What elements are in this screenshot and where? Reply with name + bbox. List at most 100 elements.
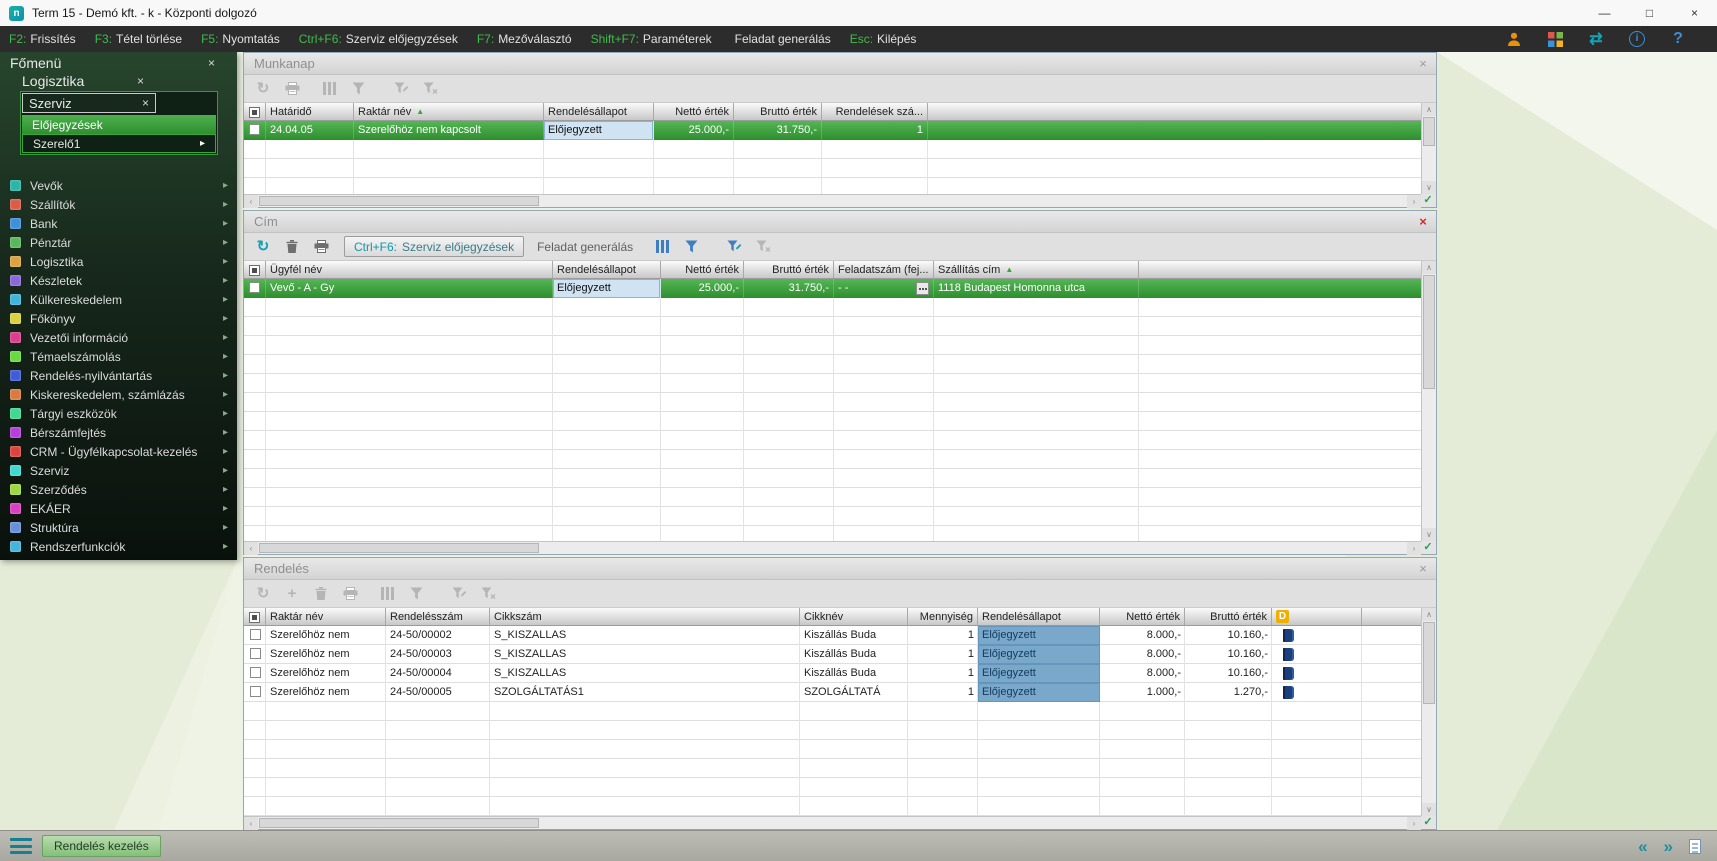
column-header-cikknev[interactable]: Cikknév bbox=[800, 608, 908, 625]
sidebar-item-struktura[interactable]: Struktúra▸ bbox=[0, 518, 237, 537]
scroll-up-button[interactable]: ∧ bbox=[1422, 608, 1436, 621]
scrollbar-thumb[interactable] bbox=[1423, 275, 1435, 389]
fn-frissites[interactable]: F2:Frissítés bbox=[9, 32, 76, 46]
sidebar-item-szerviz[interactable]: Szerviz▸ bbox=[0, 461, 237, 480]
columns-button[interactable] bbox=[377, 584, 397, 604]
delete-button[interactable] bbox=[311, 584, 331, 604]
column-header-brutto-ertek[interactable]: Bruttó érték bbox=[734, 103, 822, 120]
filter-button[interactable] bbox=[406, 584, 426, 604]
menu-icon[interactable] bbox=[10, 838, 32, 854]
select-all-checkbox[interactable] bbox=[244, 103, 266, 120]
apps-grid-icon[interactable] bbox=[1546, 30, 1564, 48]
feladat-generalas-button[interactable]: Feladat generálás bbox=[537, 240, 633, 254]
horizontal-scrollbar[interactable]: ‹ › bbox=[244, 816, 1421, 829]
document-icon[interactable] bbox=[1283, 686, 1294, 699]
munkanap-row-selected[interactable]: 24.04.05 Szerelőhöz nem kapcsolt Előjegy… bbox=[244, 121, 1421, 140]
close-main-menu-icon[interactable]: × bbox=[208, 57, 215, 69]
tab-rendeles-kezeles[interactable]: Rendelés kezelés bbox=[42, 835, 161, 857]
sidebar-item-penztar[interactable]: Pénztár▸ bbox=[0, 233, 237, 252]
scroll-right-button[interactable]: › bbox=[1407, 195, 1421, 208]
sidebar-item-rendeles-nyilvantartas[interactable]: Rendelés-nyilvántartás▸ bbox=[0, 366, 237, 385]
sidebar-item-vezetoi-informacio[interactable]: Vezetői információ▸ bbox=[0, 328, 237, 347]
filter-edit-button[interactable] bbox=[449, 584, 469, 604]
sidebar-item-temaelszamolas[interactable]: Témaelszámolás▸ bbox=[0, 347, 237, 366]
scroll-left-button[interactable]: ‹ bbox=[244, 817, 258, 830]
refresh-button[interactable]: ↻ bbox=[253, 237, 273, 257]
fn-mezovalaszto[interactable]: F7:Mezőválasztó bbox=[477, 32, 572, 46]
print-button[interactable] bbox=[311, 237, 331, 257]
scroll-right-button[interactable]: › bbox=[1407, 817, 1421, 830]
column-header-raktar-nev[interactable]: Raktár név bbox=[266, 608, 386, 625]
delete-button[interactable] bbox=[282, 237, 302, 257]
print-button[interactable] bbox=[340, 584, 360, 604]
column-header-mennyiseg[interactable]: Mennyiség bbox=[908, 608, 978, 625]
column-header-feladatszam[interactable]: Feladatszám (fej... bbox=[834, 261, 934, 278]
filter-edit-button[interactable] bbox=[724, 237, 744, 257]
close-button[interactable]: × bbox=[1672, 0, 1717, 26]
sidebar-item-kiskereskedelem-szamlazas[interactable]: Kiskereskedelem, számlázás▸ bbox=[0, 385, 237, 404]
close-group-icon[interactable]: × bbox=[137, 75, 144, 87]
column-header-rendelesszam[interactable]: Rendelésszám bbox=[386, 608, 490, 625]
scrollbar-thumb[interactable] bbox=[1423, 622, 1435, 704]
rendeles-row-3[interactable]: Szerelőhöz nem 24-50/00004 S_KISZALLAS K… bbox=[244, 664, 1421, 683]
scroll-down-button[interactable]: ∨ bbox=[1422, 181, 1436, 194]
fn-szerviz-elojegyzesek[interactable]: Ctrl+F6:Szerviz előjegyzések bbox=[299, 32, 458, 46]
sidebar-item-kulkereskedelem[interactable]: Külkereskedelem▸ bbox=[0, 290, 237, 309]
swap-arrows-icon[interactable]: ⇄ bbox=[1587, 30, 1605, 48]
column-header-netto-ertek[interactable]: Nettó érték bbox=[654, 103, 734, 120]
rendeles-row-1[interactable]: Szerelőhöz nem 24-50/00002 S_KISZALLAS K… bbox=[244, 626, 1421, 645]
scroll-right-button[interactable]: › bbox=[1407, 542, 1421, 555]
user-icon[interactable] bbox=[1505, 30, 1523, 48]
sidebar-item-szerzodes[interactable]: Szerződés▸ bbox=[0, 480, 237, 499]
add-button[interactable]: + bbox=[282, 584, 302, 604]
print-button[interactable] bbox=[282, 79, 302, 99]
vertical-scrollbar[interactable]: ∧ ∨ bbox=[1421, 261, 1436, 541]
close-panel-icon[interactable]: × bbox=[1414, 560, 1432, 578]
help-icon[interactable]: ? bbox=[1669, 30, 1687, 48]
scrollbar-thumb[interactable] bbox=[259, 818, 539, 828]
scroll-left-button[interactable]: ‹ bbox=[244, 542, 258, 555]
sidebar-item-rendszerfunkciok[interactable]: Rendszerfunkciók▸ bbox=[0, 537, 237, 556]
document-icon[interactable] bbox=[1283, 667, 1294, 680]
document-icon[interactable] bbox=[1283, 648, 1294, 661]
popup-item-szerelo1[interactable]: Szerelő1 ▸ bbox=[22, 134, 216, 153]
minimize-button[interactable]: — bbox=[1582, 0, 1627, 26]
document-icon[interactable] bbox=[1283, 629, 1294, 642]
scroll-up-button[interactable]: ∧ bbox=[1422, 103, 1436, 116]
row-checkbox[interactable] bbox=[250, 629, 261, 640]
sidebar-item-logisztika[interactable]: Logisztika▸ bbox=[0, 252, 237, 271]
row-checkbox[interactable] bbox=[250, 686, 261, 697]
columns-button[interactable] bbox=[652, 237, 672, 257]
clear-filter-button[interactable] bbox=[478, 584, 498, 604]
scroll-down-button[interactable]: ∨ bbox=[1422, 803, 1436, 816]
sidebar-item-ekaer[interactable]: EKÁER▸ bbox=[0, 499, 237, 518]
row-checkbox[interactable] bbox=[250, 667, 261, 678]
maximize-button[interactable]: □ bbox=[1627, 0, 1672, 26]
fn-parameterek[interactable]: Shift+F7:Paraméterek bbox=[591, 32, 712, 46]
refresh-button[interactable]: ↻ bbox=[253, 584, 273, 604]
vertical-scrollbar[interactable]: ∧ ∨ bbox=[1421, 608, 1436, 816]
scroll-left-button[interactable]: ‹ bbox=[244, 195, 258, 208]
column-header-rendelesallapot[interactable]: Rendelésállapot bbox=[544, 103, 654, 120]
sidebar-item-vevok[interactable]: Vevők▸ bbox=[0, 176, 237, 195]
horizontal-scrollbar[interactable]: ‹ › bbox=[244, 194, 1421, 207]
info-icon[interactable]: i bbox=[1628, 30, 1646, 48]
column-header-netto-ertek[interactable]: Nettó érték bbox=[1100, 608, 1185, 625]
rendeles-row-2[interactable]: Szerelőhöz nem 24-50/00003 S_KISZALLAS K… bbox=[244, 645, 1421, 664]
sidebar-item-crm[interactable]: CRM - Ügyfélkapcsolat-kezelés▸ bbox=[0, 442, 237, 461]
column-header-brutto-ertek[interactable]: Bruttó érték bbox=[744, 261, 834, 278]
fn-tetel-torlese[interactable]: F3:Tétel törlése bbox=[95, 32, 182, 46]
row-checkbox[interactable] bbox=[250, 648, 261, 659]
horizontal-scrollbar[interactable]: ‹ › bbox=[244, 541, 1421, 554]
row-checkbox[interactable] bbox=[249, 124, 260, 135]
columns-button[interactable] bbox=[319, 79, 339, 99]
column-header-hatarido[interactable]: Határidő bbox=[266, 103, 354, 120]
filter-edit-button[interactable] bbox=[391, 79, 411, 99]
fn-kilepes[interactable]: Esc:Kilépés bbox=[850, 32, 917, 46]
cim-row-selected[interactable]: Vevő - A - Gy Előjegyzett 25.000,- 31.75… bbox=[244, 279, 1421, 298]
vertical-scrollbar[interactable]: ∧ ∨ bbox=[1421, 103, 1436, 194]
column-header-brutto-ertek[interactable]: Bruttó érték bbox=[1185, 608, 1272, 625]
column-header-cikkszam[interactable]: Cikkszám bbox=[490, 608, 800, 625]
filter-button[interactable] bbox=[348, 79, 368, 99]
sidebar-item-targyi-eszkozok[interactable]: Tárgyi eszközök▸ bbox=[0, 404, 237, 423]
